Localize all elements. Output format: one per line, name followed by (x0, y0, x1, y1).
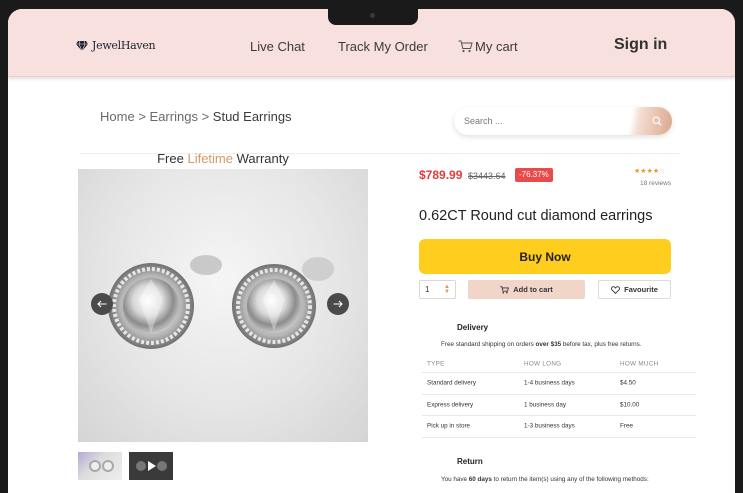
camera-icon (370, 13, 375, 18)
search-input[interactable] (454, 107, 624, 135)
table-cell: $4.50 (620, 379, 636, 387)
table-cell: 1-4 business days (524, 379, 575, 387)
table-header-row: TYPE HOW LONG HOW MUCH (422, 355, 696, 373)
shipping-note: Free standard shipping on orders over $3… (441, 341, 642, 348)
warranty-accent: Lifetime (187, 151, 233, 166)
diamond-icon (76, 40, 88, 51)
search-button[interactable] (620, 107, 672, 135)
buy-now-button[interactable]: Buy Now (419, 239, 671, 274)
table-cell: $10.00 (620, 401, 640, 409)
table-cell: Express delivery (427, 401, 474, 409)
thumbnail-video[interactable] (129, 452, 173, 480)
table-row: Express delivery 1 business day $10.00 (422, 395, 696, 416)
warranty-prefix: Free (157, 151, 184, 166)
return-note: You have 60 days to return the item(s) u… (441, 476, 649, 483)
return-heading: Return (457, 457, 483, 466)
search-icon (652, 116, 662, 126)
image-next-button[interactable] (327, 293, 349, 315)
cart-icon (458, 40, 473, 53)
reviews-link[interactable]: 18 reviews (640, 180, 671, 187)
table-cell: 1 business day (524, 401, 567, 409)
warranty-suffix: Warranty (236, 151, 289, 166)
table-row: Pick up in store 1-3 business days Free (422, 416, 696, 438)
favourite-label: Favourite (624, 285, 658, 294)
old-price: $3443.64 (468, 171, 506, 181)
star-rating: ★★★★☆ (634, 167, 665, 175)
delivery-heading: Delivery (457, 323, 489, 332)
browser-window: JewelHaven Live Chat Track My Order My c… (8, 9, 735, 493)
arrow-right-icon (333, 300, 343, 308)
heart-icon (611, 285, 621, 294)
product-image (78, 169, 368, 442)
table-cell: Free (620, 422, 633, 430)
delivery-table: TYPE HOW LONG HOW MUCH Standard delivery… (422, 355, 696, 438)
column-header: HOW MUCH (620, 360, 659, 367)
search-bar (454, 107, 672, 135)
return-note-bold: 60 days (468, 476, 492, 483)
star-empty-icon: ☆ (659, 168, 666, 175)
add-to-cart-label: Add to cart (513, 285, 553, 294)
earrings-thumbnail (89, 460, 114, 472)
product-title: 0.62CT Round cut diamond earrings (419, 208, 653, 224)
favourite-button[interactable]: Favourite (598, 280, 671, 299)
add-to-cart-button[interactable]: Add to cart (468, 280, 585, 299)
return-note-suffix: to return the item(s) using any of the f… (493, 476, 649, 483)
shipping-note-suffix: before tax, plus free returns. (562, 341, 642, 348)
earrings-photo (108, 255, 334, 349)
camera-notch (328, 9, 418, 25)
sign-in-link[interactable]: Sign in (614, 36, 667, 54)
logo-text: JewelHaven (92, 39, 156, 52)
quantity-select[interactable]: 1 ▲ ▼ (419, 280, 456, 299)
nav-live-chat[interactable]: Live Chat (250, 39, 305, 54)
column-header: TYPE (427, 360, 445, 367)
play-icon (136, 461, 167, 471)
warranty-banner: Free Lifetime Warranty (78, 151, 368, 166)
nav-my-cart[interactable]: My cart (458, 39, 518, 54)
nav-track-order[interactable]: Track My Order (338, 39, 428, 54)
site-logo[interactable]: JewelHaven (76, 39, 156, 52)
breadcrumb: Home > Earrings > Stud Earrings (100, 109, 292, 124)
image-prev-button[interactable] (91, 293, 113, 315)
breadcrumb-separator: > (201, 109, 210, 124)
arrow-left-icon (97, 300, 107, 308)
price: $789.99 (419, 168, 463, 182)
chevron-updown-icon: ▲ ▼ (444, 283, 450, 295)
table-cell: Pick up in store (427, 422, 471, 430)
quantity-value: 1 (425, 285, 430, 294)
breadcrumb-earrings[interactable]: Earrings (150, 109, 198, 124)
breadcrumb-home[interactable]: Home (100, 109, 135, 124)
shipping-note-prefix: Free standard shipping on orders (441, 341, 534, 348)
breadcrumb-separator: > (138, 109, 146, 124)
breadcrumb-current: Stud Earrings (212, 109, 292, 124)
nav-cart-label: My cart (475, 39, 518, 54)
table-cell: Standard delivery (427, 379, 477, 387)
table-cell: 1-3 business days (524, 422, 575, 430)
discount-badge: -76.37% (515, 168, 553, 182)
cart-icon (500, 285, 510, 293)
table-row: Standard delivery 1-4 business days $4.5… (422, 373, 696, 395)
shipping-note-bold: over $35 (535, 341, 562, 348)
thumbnail-image[interactable] (78, 452, 122, 480)
column-header: HOW LONG (524, 360, 562, 367)
return-note-prefix: You have (441, 476, 468, 483)
